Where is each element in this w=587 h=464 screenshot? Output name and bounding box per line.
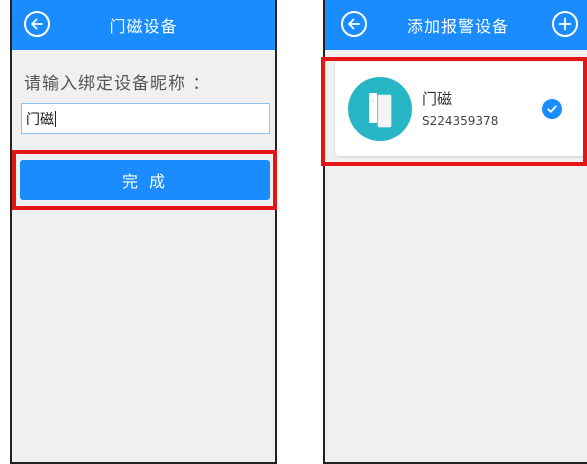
text-caret	[55, 110, 56, 127]
done-button[interactable]: 完 成	[20, 160, 270, 200]
check-icon[interactable]	[542, 99, 562, 119]
right-phone-screen: 添加报警设备 门磁 S224359378	[323, 0, 587, 464]
left-title-bar: 门磁设备	[12, 0, 275, 50]
nickname-prompt-label: 请输入绑定设备昵称 ：	[24, 74, 211, 94]
device-card[interactable]: 门磁 S224359378	[335, 62, 585, 156]
back-arrow-icon[interactable]	[341, 11, 367, 37]
right-title-bar: 添加报警设备	[325, 0, 587, 50]
nickname-input-value: 门磁	[26, 111, 54, 128]
page-title: 门磁设备	[109, 17, 178, 36]
page-title: 添加报警设备	[406, 17, 509, 36]
back-arrow-icon[interactable]	[24, 11, 50, 37]
left-phone-screen: 门磁设备 请输入绑定设备昵称 ： 门磁 完 成	[10, 0, 277, 464]
plus-icon[interactable]	[552, 11, 578, 37]
device-serial: S224359378	[422, 114, 499, 128]
nickname-input[interactable]: 门磁	[21, 103, 270, 134]
device-name: 门磁	[422, 90, 453, 108]
door-sensor-icon	[348, 77, 412, 141]
